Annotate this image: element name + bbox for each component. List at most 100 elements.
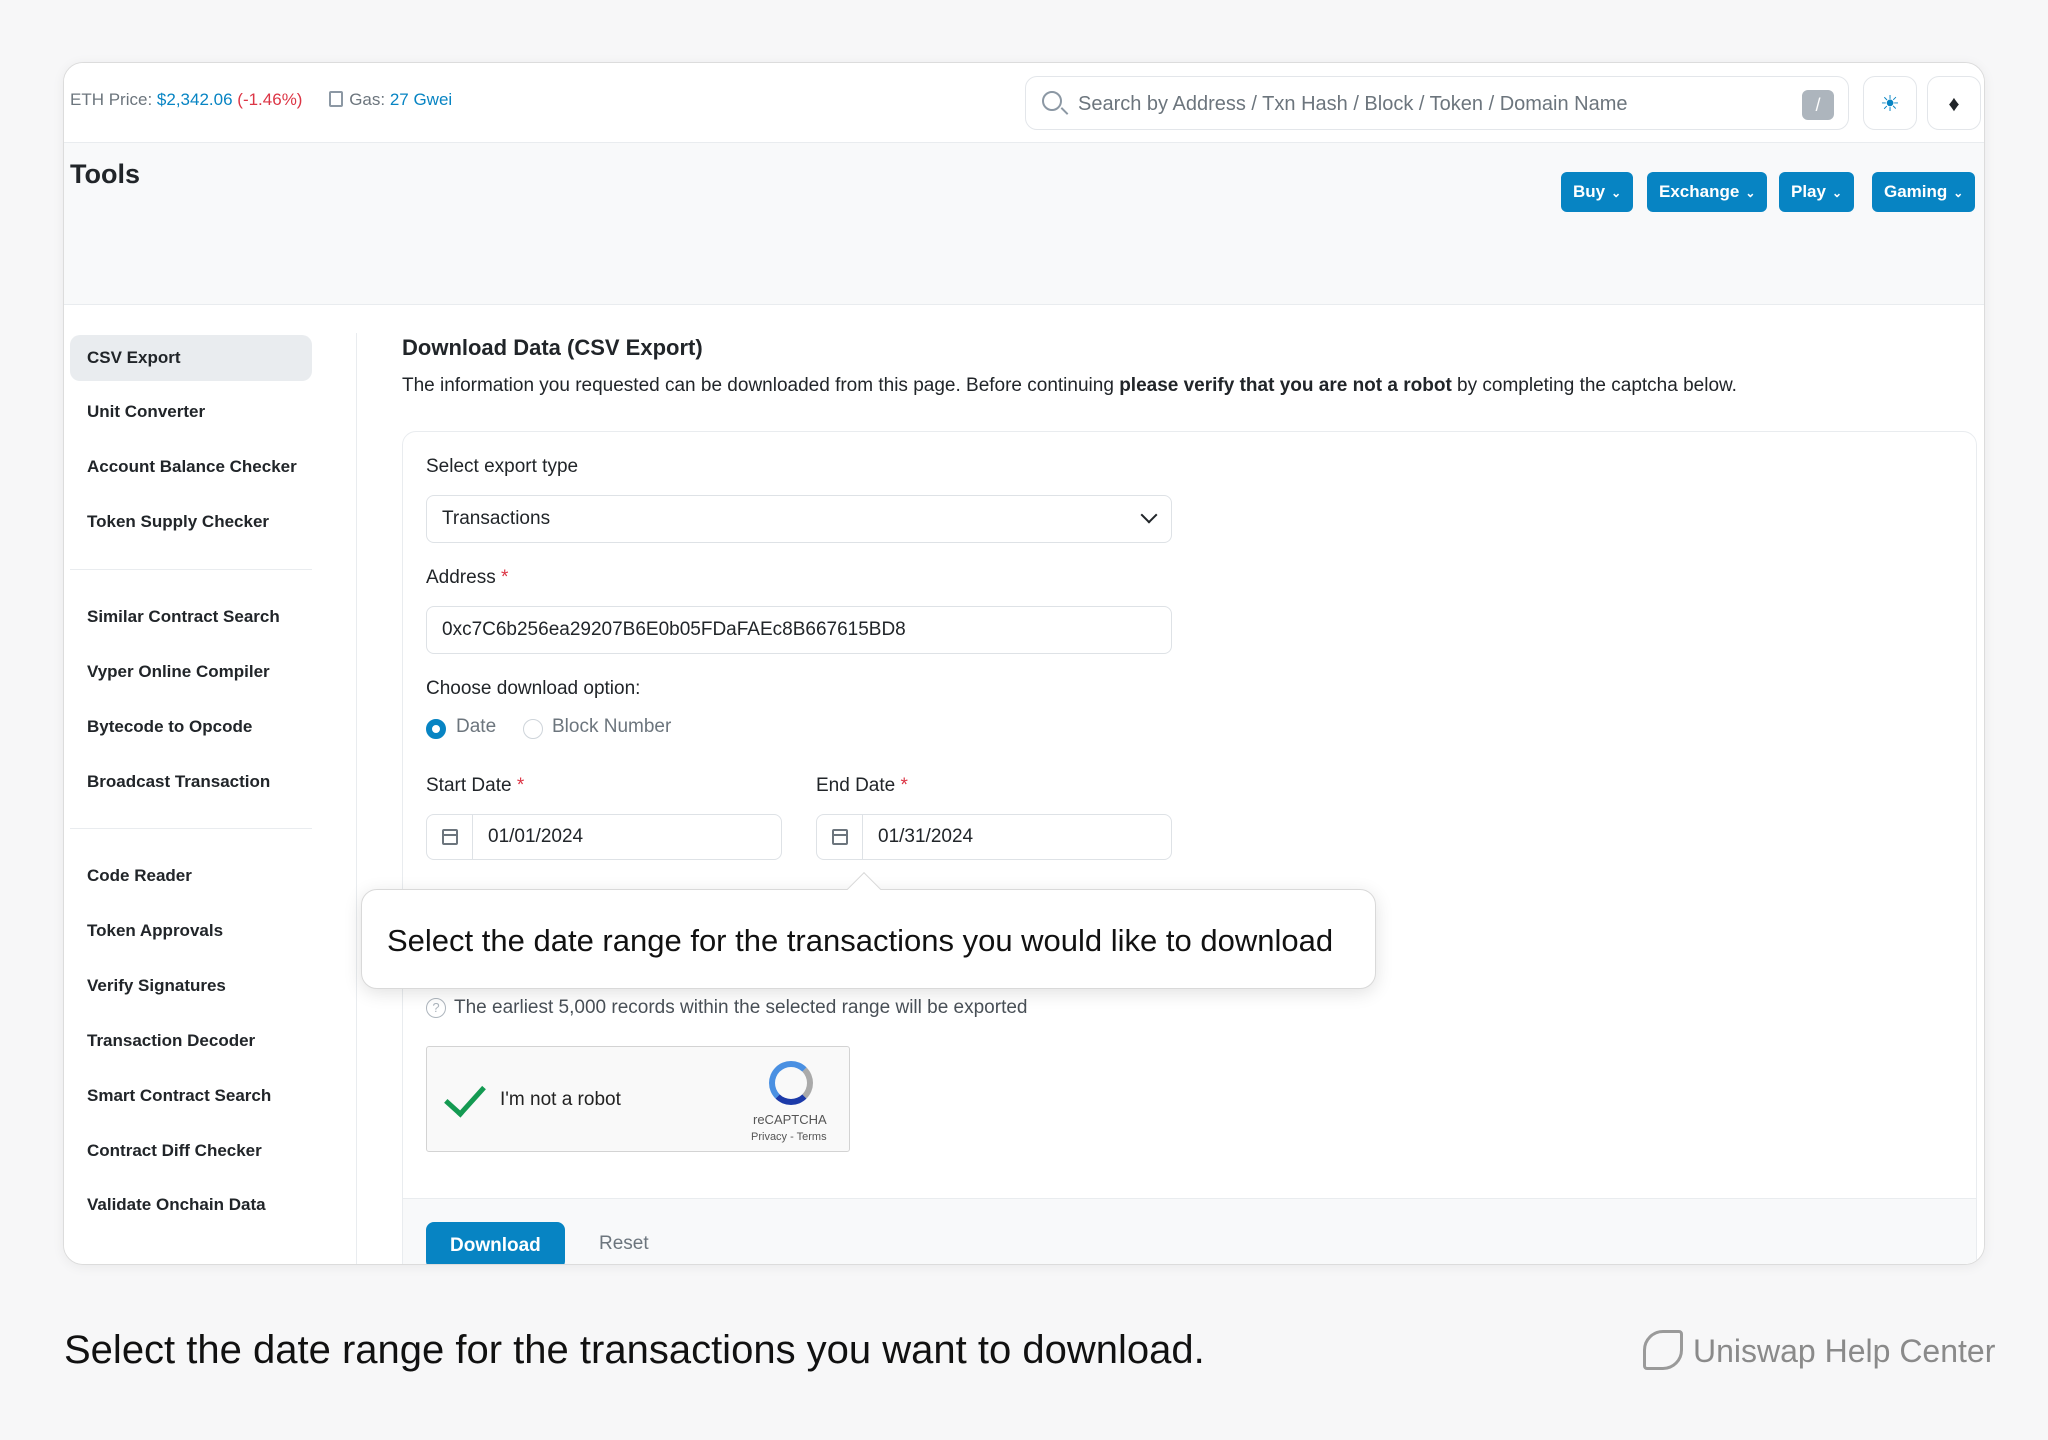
sidebar-divider (70, 828, 312, 829)
play-button[interactable]: Play ⌄ (1779, 172, 1855, 212)
description-text: The information you requested can be dow… (402, 375, 1120, 396)
play-button-label: Play (1791, 182, 1826, 201)
search-input[interactable]: Search by Address / Txn Hash / Block / T… (1025, 76, 1849, 130)
radio-block-number[interactable] (523, 719, 543, 739)
theme-toggle-button[interactable]: ☀ (1863, 76, 1917, 130)
sidebar-border (356, 333, 357, 1264)
unicorn-logo-icon (1643, 1330, 1683, 1370)
exchange-button[interactable]: Exchange ⌄ (1647, 172, 1768, 212)
checkmark-icon[interactable] (444, 1074, 486, 1118)
sidebar-item-code-reader[interactable]: Code Reader (70, 853, 312, 899)
description-bold-text: please verify that you are not a robot (1119, 375, 1452, 396)
start-date-label-text: Start Date (426, 775, 512, 796)
export-limit-text: The earliest 5,000 records within the se… (454, 997, 1028, 1018)
recaptcha-terms-link[interactable]: Privacy - Terms (751, 1131, 827, 1143)
search-icon (1042, 91, 1062, 111)
required-mark: * (900, 775, 908, 796)
export-form-card: Select export type Transactions Address … (402, 431, 1977, 1264)
chevron-down-icon: ⌄ (1745, 186, 1756, 200)
sidebar-item-similar-contract-search[interactable]: Similar Contract Search (70, 594, 312, 640)
end-date-label: End Date * (816, 775, 908, 797)
calendar-icon[interactable] (817, 815, 863, 859)
sidebar-item-vyper-online-compiler[interactable]: Vyper Online Compiler (70, 649, 312, 695)
export-limit-note: ? The earliest 5,000 records within the s… (426, 997, 1028, 1019)
section-description: The information you requested can be dow… (402, 375, 1737, 397)
start-date-value: 01/01/2024 (488, 826, 584, 847)
sun-icon: ☀ (1880, 91, 1900, 116)
gas-label: Gas: (349, 90, 390, 109)
download-option-label: Choose download option: (426, 678, 641, 699)
recaptcha-logo-icon (769, 1061, 813, 1105)
radio-block-number-label[interactable]: Block Number (552, 716, 671, 738)
sidebar-item-smart-contract-search[interactable]: Smart Contract Search (70, 1073, 312, 1119)
description-text-end: by completing the captcha below. (1451, 375, 1737, 396)
app-window: ETH Price: $2,342.06 (-1.46%) Gas: 27 Gw… (63, 62, 1985, 1265)
guide-tooltip: Select the date range for the transactio… (361, 872, 1376, 989)
start-date-label: Start Date * (426, 775, 524, 797)
tooltip-text: Select the date range for the transactio… (387, 923, 1334, 958)
buy-button-label: Buy (1573, 182, 1606, 201)
address-label-text: Address (426, 567, 496, 588)
eth-price-value[interactable]: $2,342.06 (157, 90, 233, 109)
form-actions: Download Reset (403, 1198, 1976, 1264)
radio-date-label[interactable]: Date (456, 716, 496, 738)
sidebar-item-token-supply-checker[interactable]: Token Supply Checker (70, 499, 312, 545)
sidebar-item-bytecode-to-opcode[interactable]: Bytecode to Opcode (70, 704, 312, 750)
download-button[interactable]: Download (426, 1222, 565, 1264)
calendar-icon[interactable] (427, 815, 473, 859)
sidebar-item-unit-converter[interactable]: Unit Converter (70, 389, 312, 435)
radio-date[interactable] (426, 719, 446, 739)
exchange-button-label: Exchange (1659, 182, 1740, 201)
download-option-radios: Date Block Number (426, 716, 826, 743)
required-mark: * (516, 775, 525, 796)
eth-price-label: ETH Price: (70, 90, 157, 109)
chevron-down-icon: ⌄ (1611, 186, 1622, 200)
chevron-down-icon (1140, 506, 1158, 524)
address-value: 0xc7C6b256ea29207B6E0b05FDaFAEc8B667615B… (442, 619, 906, 640)
sidebar-item-account-balance-checker[interactable]: Account Balance Checker (70, 444, 312, 490)
step-caption: Select the date range for the transactio… (64, 1328, 1205, 1372)
page-header (64, 143, 1984, 305)
help-center-label: Uniswap Help Center (1693, 1333, 1996, 1369)
recaptcha-label: I'm not a robot (500, 1089, 621, 1110)
ethereum-icon: ♦ (1948, 91, 1960, 116)
chevron-down-icon: ⌄ (1953, 186, 1964, 200)
gas-value[interactable]: 27 Gwei (390, 90, 452, 109)
start-date-input[interactable]: 01/01/2024 (426, 814, 782, 860)
search-shortcut-badge: / (1802, 90, 1834, 120)
sidebar-item-token-approvals[interactable]: Token Approvals (70, 908, 312, 954)
gaming-button[interactable]: Gaming ⌄ (1872, 172, 1976, 212)
export-type-label: Select export type (426, 456, 579, 477)
gas-pump-icon (329, 91, 344, 107)
sidebar-item-contract-diff-checker[interactable]: Contract Diff Checker (70, 1128, 312, 1174)
search-placeholder: Search by Address / Txn Hash / Block / T… (1078, 93, 1628, 115)
eth-price-info: ETH Price: $2,342.06 (-1.46%) Gas: 27 Gw… (70, 90, 452, 110)
required-mark: * (500, 567, 509, 588)
help-center-brand: Uniswap Help Center (1643, 1330, 1995, 1370)
export-type-value: Transactions (442, 508, 551, 529)
end-date-label-text: End Date (816, 775, 896, 796)
sidebar-item-broadcast-transaction[interactable]: Broadcast Transaction (70, 759, 312, 805)
end-date-input[interactable]: 01/31/2024 (816, 814, 1172, 860)
recaptcha-widget[interactable]: I'm not a robot reCAPTCHA Privacy - Term… (426, 1046, 850, 1152)
sidebar-item-transaction-decoder[interactable]: Transaction Decoder (70, 1018, 312, 1064)
reset-button[interactable]: Reset (599, 1233, 649, 1255)
gaming-button-label: Gaming (1884, 182, 1948, 201)
help-circle-icon: ? (426, 998, 446, 1018)
page-title: Tools (70, 159, 140, 189)
sidebar-item-verify-signatures[interactable]: Verify Signatures (70, 963, 312, 1009)
buy-button[interactable]: Buy ⌄ (1561, 172, 1634, 212)
section-title: Download Data (CSV Export) (402, 335, 703, 360)
sidebar-item-csv-export[interactable]: CSV Export (70, 335, 312, 381)
address-input[interactable]: 0xc7C6b256ea29207B6E0b05FDaFAEc8B667615B… (426, 606, 1172, 654)
end-date-value: 01/31/2024 (878, 826, 974, 847)
recaptcha-brand: reCAPTCHA (753, 1112, 827, 1127)
eth-price-change: (-1.46%) (237, 90, 303, 109)
top-bar: ETH Price: $2,342.06 (-1.46%) Gas: 27 Gw… (64, 63, 1984, 143)
address-label: Address * (426, 567, 508, 589)
network-button[interactable]: ♦ (1927, 76, 1981, 130)
export-type-select[interactable]: Transactions (426, 495, 1172, 543)
sidebar-divider (70, 569, 312, 570)
chevron-down-icon: ⌄ (1831, 186, 1843, 200)
sidebar-item-validate-onchain-data[interactable]: Validate Onchain Data (70, 1182, 312, 1228)
